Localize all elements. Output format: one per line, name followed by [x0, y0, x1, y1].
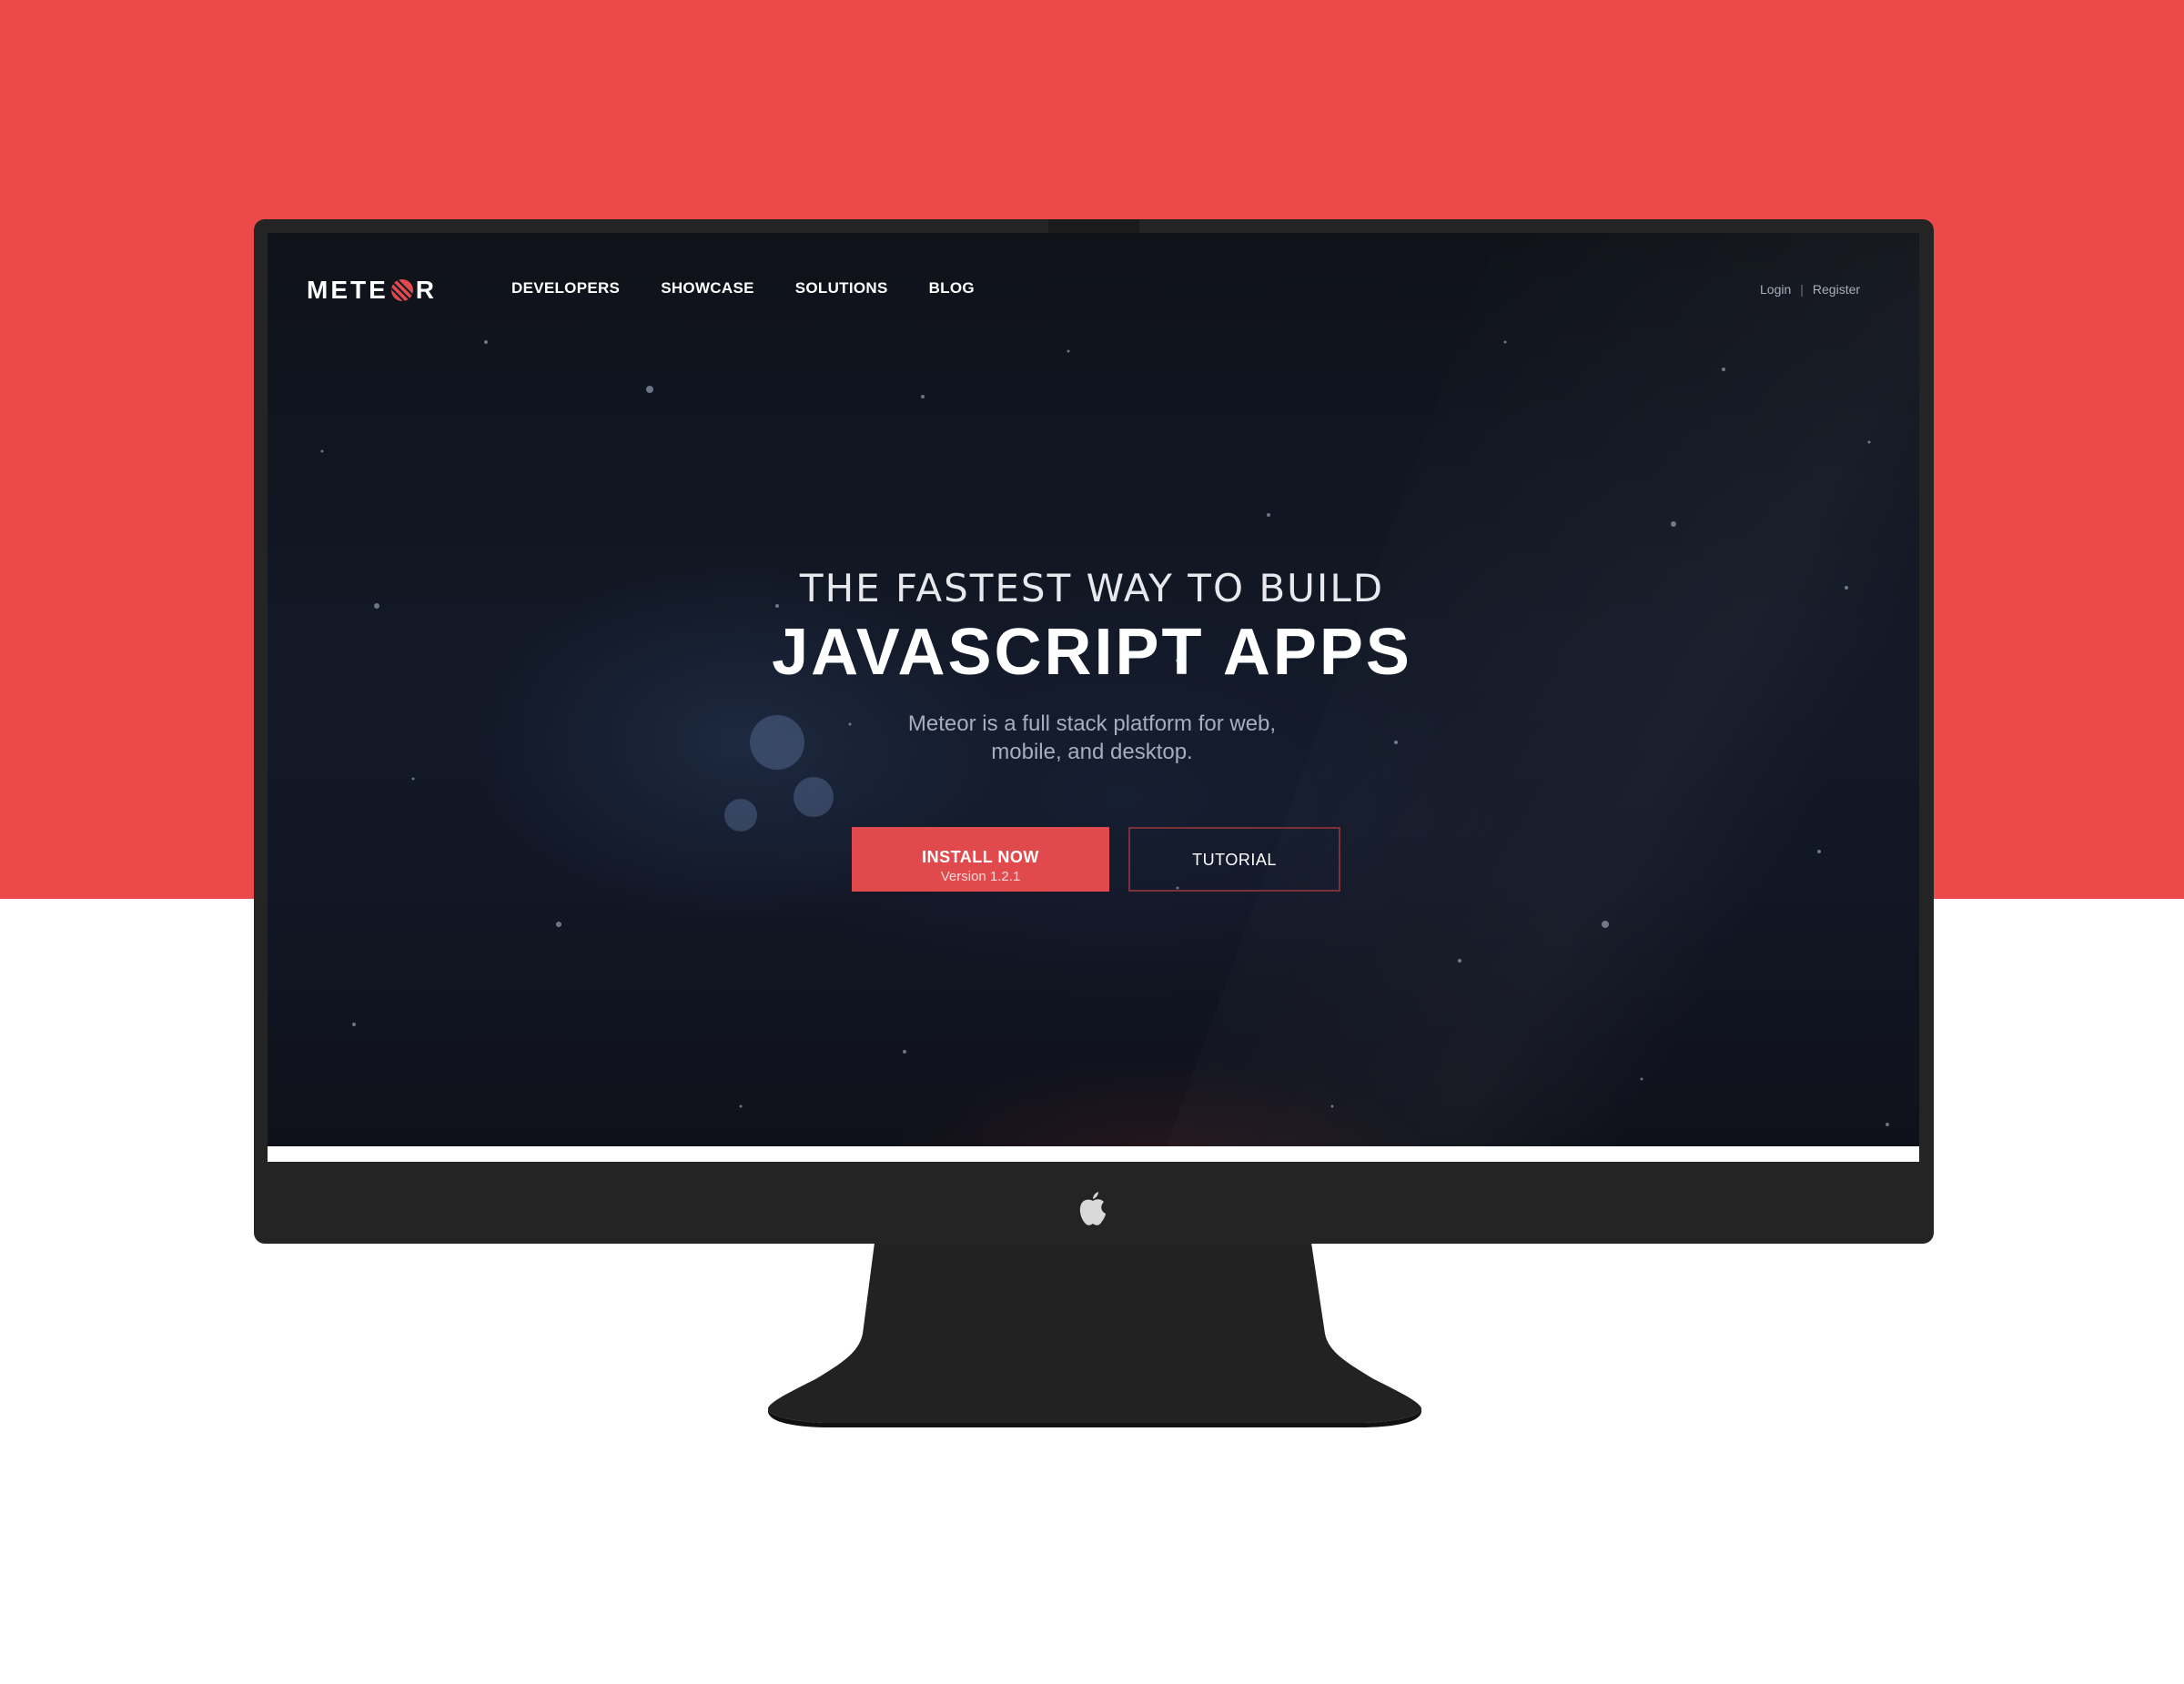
login-link[interactable]: Login [1760, 282, 1791, 297]
apple-icon [1079, 1192, 1106, 1225]
hero-subtitle-line1: Meteor is a full stack platform for web, [907, 711, 1277, 736]
meteor-streak-icon [390, 279, 413, 302]
install-now-button[interactable]: INSTALL NOW Version 1.2.1 [852, 827, 1109, 892]
nav-solutions[interactable]: SOLUTIONS [795, 279, 888, 297]
hero-subtitle: Meteor is a full stack platform for web,… [819, 710, 1365, 766]
nav-blog[interactable]: BLOG [929, 279, 975, 297]
nav-showcase[interactable]: SHOWCASE [661, 279, 754, 297]
tutorial-button[interactable]: TUTORIAL [1128, 827, 1340, 892]
hero-kicker: THE FASTEST WAY TO BUILD [799, 566, 1385, 610]
nav-developers[interactable]: DEVELOPERS [511, 279, 620, 297]
hero-subtitle-line2: mobile, and desktop. [991, 740, 1193, 764]
logo-text-right: R [415, 276, 438, 304]
install-version-label: Version 1.2.1 [940, 868, 1021, 884]
main-nav: DEVELOPERS SHOWCASE SOLUTIONS BLOG [511, 279, 975, 297]
auth-separator: | [1800, 282, 1804, 297]
logo-text-left: METE [307, 276, 389, 304]
starfield-background [320, 340, 1889, 1126]
meteor-logo[interactable]: METE R [307, 272, 437, 308]
screen [268, 233, 1919, 1146]
hero-headline: JAVASCRIPT APPS [772, 616, 1412, 689]
auth-links: Login | Register [1760, 282, 1860, 297]
register-link[interactable]: Register [1813, 282, 1860, 297]
install-now-label: INSTALL NOW [922, 847, 1039, 866]
monitor-stand [768, 1243, 1421, 1427]
screen-bottom-edge [268, 1146, 1919, 1162]
